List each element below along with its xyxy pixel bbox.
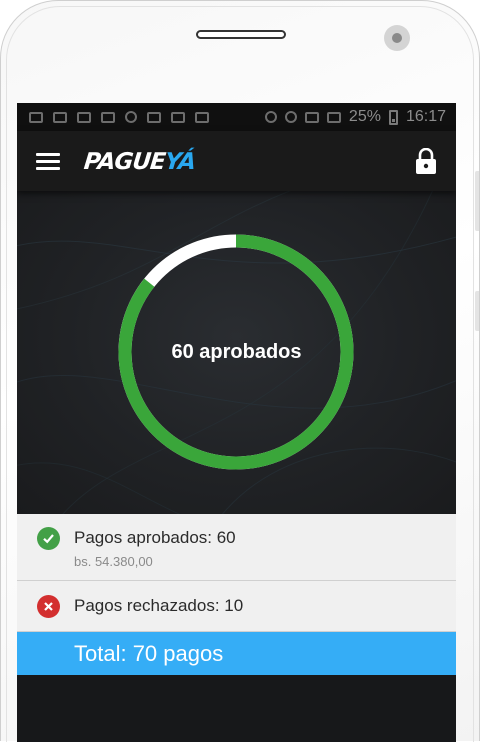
- speaker-grille: [196, 30, 286, 39]
- check-circle-icon: [37, 527, 60, 550]
- front-camera: [384, 25, 410, 51]
- rejected-payments-label: Pagos rechazados: 10: [74, 596, 244, 615]
- clock: 16:17: [405, 108, 446, 125]
- logo-text-pague: PAGUE: [82, 149, 167, 175]
- app-bar: PAGUEYÁ: [17, 131, 456, 191]
- system-icons: 25% 16:17: [264, 108, 456, 126]
- approved-payments-label: Pagos aprobados: 60: [74, 528, 236, 547]
- gallery-icon: [101, 111, 115, 123]
- battery-percent: 25%: [348, 108, 381, 125]
- bottom-background: [17, 675, 456, 742]
- approved-payments-row[interactable]: Pagos aprobados: 60 bs. 54.380,00: [17, 514, 456, 581]
- status-bar: 25% 16:17: [17, 103, 456, 131]
- app-screen: 25% 16:17 PAGUEYÁ 60 aprobados Pagos apr…: [17, 103, 456, 742]
- twitter-icon: [171, 111, 185, 123]
- bluetooth-icon: [284, 111, 297, 123]
- approved-count-label: 60 aprobados: [171, 341, 302, 363]
- wifi-icon: [125, 111, 137, 123]
- summary-hero: 60 aprobados: [17, 191, 456, 514]
- image-icon: [77, 111, 91, 123]
- error-circle-icon: [37, 595, 60, 618]
- total-payments-bar: Total: 70 pagos: [17, 632, 456, 675]
- battery-icon: [388, 109, 398, 125]
- logo-text-ya: YÁ: [163, 149, 197, 175]
- rejected-payments-row[interactable]: Pagos rechazados: 10: [17, 581, 456, 632]
- video-icon: [147, 111, 161, 123]
- approved-amount: bs. 54.380,00: [74, 554, 153, 569]
- mute-icon: [304, 111, 319, 123]
- location-icon: [264, 111, 277, 123]
- notification-icons: [17, 111, 265, 123]
- volume-button: [475, 171, 479, 231]
- signal-icon: [326, 111, 341, 123]
- lock-icon[interactable]: [415, 148, 437, 174]
- mail-icon: [53, 111, 67, 123]
- phone-frame: 25% 16:17 PAGUEYÁ 60 aprobados Pagos apr…: [0, 0, 480, 742]
- photo-icon: [195, 111, 209, 123]
- message-icon: [29, 111, 43, 123]
- power-button: [475, 291, 479, 331]
- app-logo: PAGUEYÁ: [83, 149, 197, 175]
- hamburger-menu-icon[interactable]: [36, 153, 60, 171]
- total-payments-label: Total: 70 pagos: [74, 641, 224, 666]
